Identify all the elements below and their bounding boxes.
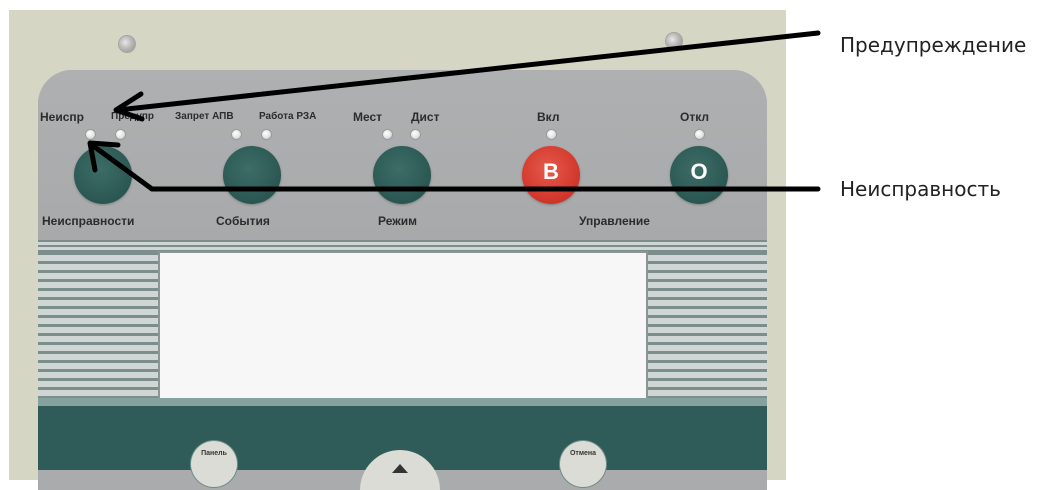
callout-arrows [87,30,821,192]
callout-fault: Неисправность [840,177,1001,201]
fault-arrow-diagonal [89,142,155,192]
warning-arrow-line [115,30,821,113]
callout-warning: Предупреждение [840,33,1027,57]
